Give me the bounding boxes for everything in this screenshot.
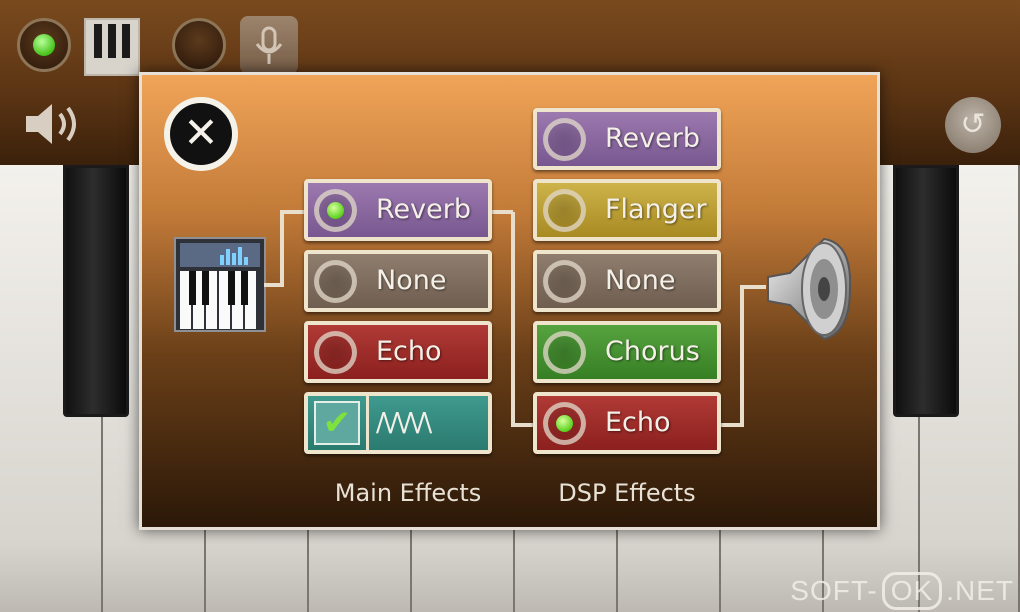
effect-label: Flanger bbox=[605, 194, 707, 225]
close-icon: ✕ bbox=[183, 108, 219, 157]
main-effect-reverb[interactable]: Reverb bbox=[304, 179, 492, 241]
effect-indicator bbox=[543, 118, 586, 161]
dsp-effect-none[interactable]: None bbox=[533, 250, 721, 312]
effect-indicator bbox=[314, 189, 357, 232]
black-key[interactable] bbox=[63, 165, 129, 417]
loudspeaker-icon bbox=[767, 237, 852, 341]
signal-wire bbox=[280, 210, 306, 214]
dsp-effects-title: DSP Effects bbox=[558, 479, 696, 507]
synthesizer-icon bbox=[174, 237, 266, 332]
reset-button[interactable]: ↺ bbox=[945, 97, 1001, 153]
waveform-icon: /\/\/\/\ bbox=[376, 408, 432, 438]
black-key[interactable] bbox=[893, 165, 959, 417]
dsp-effect-chorus[interactable]: Chorus bbox=[533, 321, 721, 383]
effect-label: Reverb bbox=[605, 123, 700, 154]
watermark-mid: OK bbox=[881, 572, 943, 610]
main-effect-none[interactable]: None bbox=[304, 250, 492, 312]
dsp-effect-echo[interactable]: Echo bbox=[533, 392, 721, 454]
speaker-icon bbox=[26, 104, 76, 144]
signal-wire bbox=[280, 212, 284, 287]
effect-indicator bbox=[314, 331, 357, 374]
signal-wire bbox=[511, 212, 515, 427]
effect-label: None bbox=[605, 265, 676, 296]
effects-dialog: ✕ Reverb None Echo ✔ /\/\/\/\ Main Effec… bbox=[139, 72, 880, 530]
playback-button[interactable] bbox=[172, 18, 226, 72]
volume-button[interactable] bbox=[22, 98, 88, 161]
microphone-icon bbox=[255, 26, 283, 64]
dsp-effect-flanger[interactable]: Flanger bbox=[533, 179, 721, 241]
effect-label: None bbox=[376, 265, 447, 296]
effect-indicator bbox=[543, 189, 586, 232]
effect-indicator bbox=[543, 260, 586, 303]
effect-label: Echo bbox=[605, 407, 671, 438]
record-dot-icon bbox=[33, 34, 55, 56]
signal-wire bbox=[489, 210, 513, 214]
refresh-icon: ↺ bbox=[960, 107, 986, 142]
keyboard-button[interactable] bbox=[84, 18, 140, 76]
effect-indicator bbox=[314, 260, 357, 303]
effect-label: Chorus bbox=[605, 336, 700, 367]
microphone-button[interactable] bbox=[240, 16, 298, 74]
watermark: SOFT- OK .NET bbox=[790, 572, 1014, 610]
close-button[interactable]: ✕ bbox=[164, 97, 238, 171]
checkmark-icon[interactable]: ✔ bbox=[314, 401, 360, 445]
effect-label: Echo bbox=[376, 336, 442, 367]
effect-label: Reverb bbox=[376, 194, 471, 225]
waveform-toggle[interactable]: ✔ /\/\/\/\ bbox=[304, 392, 492, 454]
watermark-right: .NET bbox=[946, 575, 1014, 606]
main-effect-echo[interactable]: Echo bbox=[304, 321, 492, 383]
watermark-left: SOFT- bbox=[790, 575, 878, 606]
main-effects-title: Main Effects bbox=[334, 479, 482, 507]
signal-wire bbox=[740, 287, 744, 427]
dsp-effect-reverb[interactable]: Reverb bbox=[533, 108, 721, 170]
divider bbox=[366, 396, 369, 450]
signal-wire bbox=[511, 423, 535, 427]
record-toggle-button[interactable] bbox=[17, 18, 71, 72]
effect-indicator bbox=[543, 402, 586, 445]
effect-indicator bbox=[543, 331, 586, 374]
